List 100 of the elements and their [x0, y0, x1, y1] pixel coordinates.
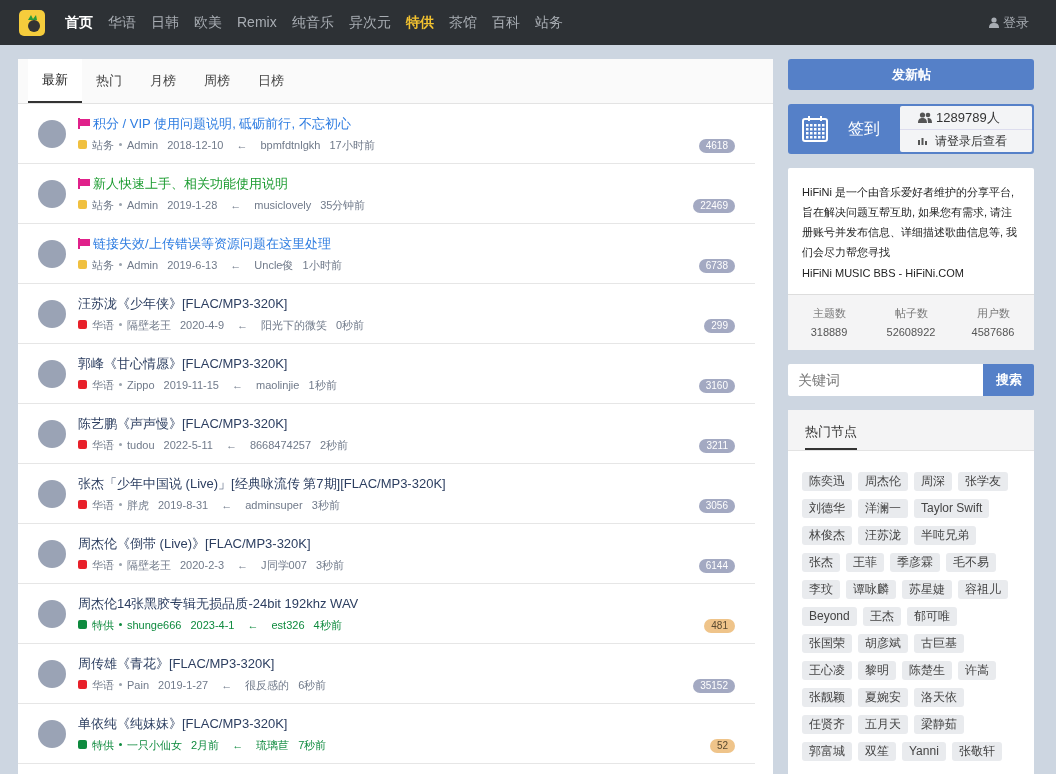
tab[interactable]: 最新	[28, 59, 82, 103]
nav-link[interactable]: 欧美	[194, 12, 222, 33]
tag-chip[interactable]: 郭富城	[802, 742, 852, 761]
author-name[interactable]: tudou	[127, 436, 155, 453]
thread-title[interactable]: 汪苏泷《少年侠》[FLAC/MP3-320K]	[78, 294, 288, 314]
tag-chip[interactable]: 夏婉安	[858, 688, 908, 707]
tag-chip[interactable]: 王心凌	[802, 661, 852, 680]
new-post-button[interactable]: 发新帖	[788, 59, 1034, 90]
search-button[interactable]: 搜索	[983, 364, 1034, 396]
category-name[interactable]: 站务	[92, 196, 114, 213]
last-reply-user[interactable]: J同学007	[261, 556, 307, 573]
category-name[interactable]: 特供	[92, 616, 114, 633]
last-reply-user[interactable]: bpmfdtnlgkh	[260, 136, 321, 153]
tag-chip[interactable]: 刘德华	[802, 499, 852, 518]
tag-chip[interactable]: 汪苏泷	[858, 526, 908, 545]
avatar[interactable]	[38, 359, 66, 388]
checkin-panel[interactable]: 签到 1289789人 请登录后查看	[788, 104, 1034, 154]
category-name[interactable]: 华语	[92, 676, 114, 693]
last-reply-user[interactable]: 很反感的	[245, 676, 290, 693]
author-name[interactable]: 隔壁老王	[127, 316, 171, 333]
avatar[interactable]	[38, 599, 66, 628]
tag-chip[interactable]: 半吨兄弟	[914, 526, 976, 545]
tag-chip[interactable]: 林俊杰	[802, 526, 852, 545]
author-name[interactable]: Zippo	[127, 376, 155, 393]
category-name[interactable]: 华语	[92, 316, 114, 333]
tag-chip[interactable]: 周杰伦	[858, 472, 908, 491]
author-name[interactable]: Admin	[127, 196, 159, 213]
thread-title[interactable]: 周杰伦《倒带 (Live)》[FLAC/MP3-320K]	[78, 534, 311, 554]
nav-link[interactable]: 百科	[491, 12, 520, 33]
thread-title[interactable]: 张杰「少年中国说 (Live)」[经典咏流传 第7期][FLAC/MP3-320K]	[78, 474, 446, 494]
tag-chip[interactable]: 张靓颖	[802, 688, 852, 707]
author-name[interactable]: Admin	[127, 256, 159, 273]
nav-link[interactable]: Remix	[237, 12, 277, 33]
nav-link[interactable]: 首页	[65, 12, 93, 33]
thread-title[interactable]: 郭峰《甘心情愿》[FLAC/MP3-320K]	[78, 354, 288, 374]
avatar[interactable]	[38, 239, 66, 268]
tag-chip[interactable]: 季彦霖	[890, 553, 940, 572]
tag-chip[interactable]: 张敬轩	[951, 742, 1002, 761]
avatar[interactable]	[38, 119, 66, 148]
avatar[interactable]	[38, 479, 66, 508]
tag-chip[interactable]: 古巨基	[914, 634, 964, 653]
avatar[interactable]	[38, 299, 66, 328]
tag-chip[interactable]: 容祖儿	[958, 580, 1008, 599]
nav-link[interactable]: 纯音乐	[291, 12, 334, 33]
last-reply-user[interactable]: 阳光下的微笑	[261, 316, 328, 333]
tab[interactable]: 月榜	[136, 59, 190, 103]
nav-link[interactable]: 站务	[534, 12, 563, 33]
nav-link[interactable]: 茶馆	[448, 12, 477, 33]
tag-chip[interactable]: 双笙	[858, 742, 896, 761]
last-reply-user[interactable]: adminsuper	[245, 496, 303, 513]
tag-chip[interactable]: 谭咏麟	[846, 580, 896, 599]
avatar[interactable]	[38, 419, 66, 448]
tag-chip[interactable]: 黎明	[858, 661, 896, 680]
tag-chip[interactable]: 郁可唯	[906, 607, 957, 626]
thread-title[interactable]: 链接失效/上传错误等资源问题在这里处理	[93, 234, 331, 254]
last-reply-user[interactable]: 8668474257	[249, 436, 312, 453]
thread-title[interactable]: 陈艺鹏《声声慢》[FLAC/MP3-320K]	[78, 414, 288, 434]
tag-chip[interactable]: 张国荣	[802, 634, 852, 653]
tab[interactable]: 热门	[82, 59, 136, 103]
category-name[interactable]: 特供	[92, 736, 114, 753]
avatar[interactable]	[38, 539, 66, 568]
avatar[interactable]	[38, 719, 66, 748]
tag-chip[interactable]: 洛天依	[914, 688, 964, 707]
category-name[interactable]: 华语	[92, 376, 114, 393]
last-reply-user[interactable]: est326	[271, 616, 305, 633]
tag-chip[interactable]: 梁静茹	[914, 715, 964, 734]
tag-chip[interactable]: 胡彦斌	[858, 634, 908, 653]
nav-link[interactable]: 异次元	[348, 12, 391, 33]
avatar[interactable]	[38, 179, 66, 208]
tab[interactable]: 日榜	[244, 59, 298, 103]
tab[interactable]: 周榜	[190, 59, 244, 103]
logo-icon[interactable]	[19, 9, 45, 36]
tag-chip[interactable]: 五月天	[858, 715, 908, 734]
nav-link[interactable]: 特供	[405, 12, 434, 33]
thread-title[interactable]: 积分 / VIP 使用问题说明, 砥砺前行, 不忘初心	[93, 114, 351, 134]
author-name[interactable]: 一只小仙女	[127, 736, 182, 753]
tag-chip[interactable]: 任贤齐	[802, 715, 852, 734]
tag-chip[interactable]: Taylor Swift	[914, 499, 990, 518]
category-name[interactable]: 站务	[92, 256, 114, 273]
tag-chip[interactable]: 周深	[914, 472, 952, 491]
avatar[interactable]	[38, 659, 66, 688]
tag-chip[interactable]: Beyond	[802, 607, 857, 626]
tag-chip[interactable]: 王杰	[862, 607, 901, 626]
tag-chip[interactable]: 陈楚生	[902, 661, 952, 680]
category-name[interactable]: 站务	[92, 136, 114, 153]
thread-title[interactable]: 新人快速上手、相关功能使用说明	[93, 174, 288, 194]
author-name[interactable]: Pain	[127, 676, 150, 693]
last-reply-user[interactable]: 琉璃苣	[256, 736, 290, 753]
category-name[interactable]: 华语	[92, 436, 114, 453]
tag-chip[interactable]: 苏星婕	[902, 580, 952, 599]
author-name[interactable]: 胖虎	[127, 496, 149, 513]
thread-title[interactable]: 单依纯《纯妹妹》[FLAC/MP3-320K]	[78, 714, 288, 734]
search-field[interactable]: 关键词	[788, 364, 983, 396]
tag-chip[interactable]: 陈奕迅	[802, 472, 852, 491]
tag-chip[interactable]: 李玟	[802, 580, 840, 599]
category-name[interactable]: 华语	[92, 556, 114, 573]
tag-chip[interactable]: 张杰	[802, 553, 840, 572]
tag-chip[interactable]: 张学友	[958, 472, 1008, 491]
login-link[interactable]: 登录	[989, 12, 1029, 33]
nav-link[interactable]: 日韩	[151, 12, 179, 33]
